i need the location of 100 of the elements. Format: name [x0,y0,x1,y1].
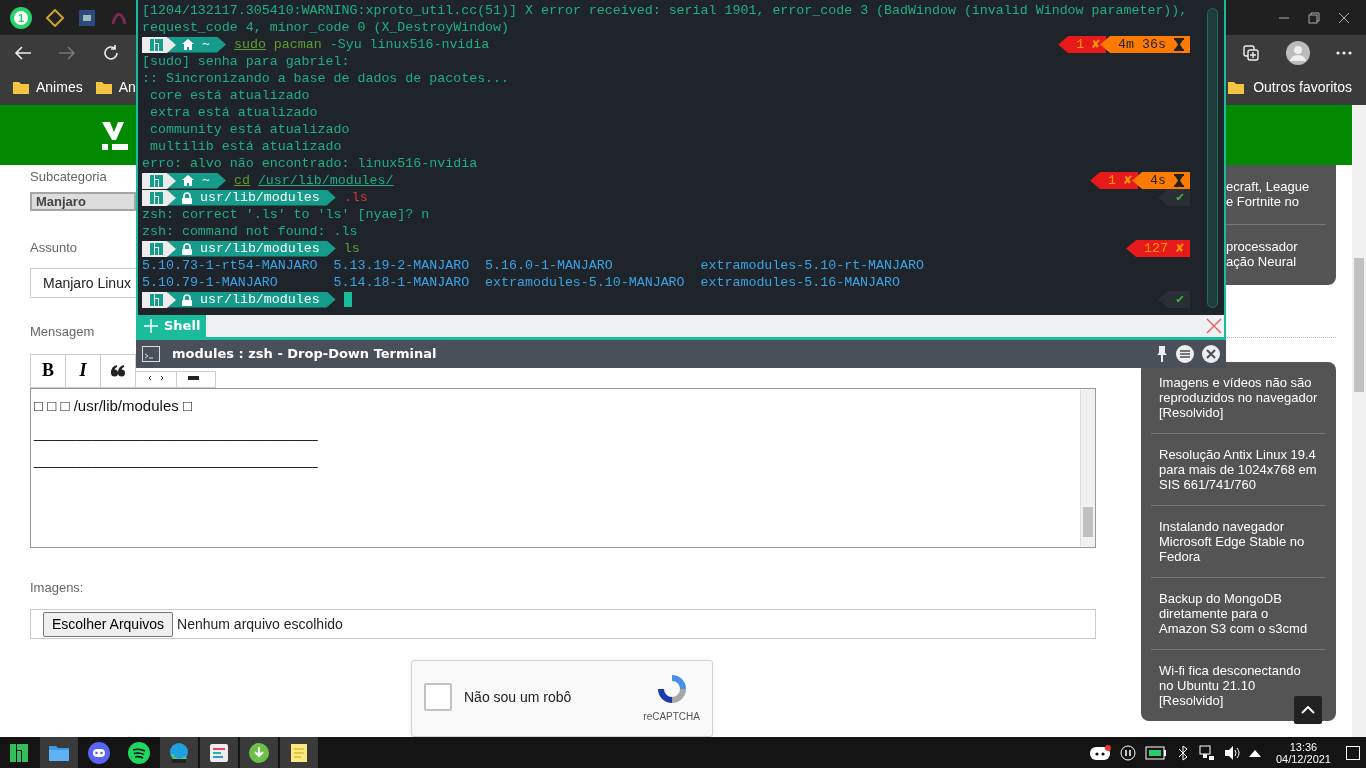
chevron-up-icon [1301,706,1315,714]
bookmark-link[interactable]: An [118,77,136,98]
menu-icon[interactable] [1176,345,1194,363]
field-label: Mensagem [30,323,95,342]
tab-label: Shell [164,317,201,336]
subcategory-select[interactable]: Manjaro [30,191,136,211]
italic-button[interactable]: I [65,353,101,388]
captcha-checkbox[interactable] [424,683,452,711]
folder-icon[interactable] [94,79,113,96]
close-icon[interactable] [1202,345,1220,363]
prompt-path: usr/lib/modules [200,291,320,308]
window-title: modules : zsh - Drop-Down Terminal [172,345,437,364]
file-name: 5.14.18-1-MANJARO [333,274,471,291]
sidebar-link[interactable]: Resolução Antix Linux 19.4 para mais de 1024x768 em SIS 661/741/760 [1151,434,1326,506]
prompt-path: usr/lib/modules [200,240,320,257]
close-icon[interactable] [1206,318,1222,334]
clock-date: 04/12/2021 [1275,752,1331,765]
back-icon[interactable] [14,43,32,62]
battery-icon[interactable] [1144,745,1167,760]
lock-icon [182,293,192,306]
terminal-line: :: Sincronizando a base de dados de pacotes... [142,70,510,87]
status-text: 127 ✘ [1144,240,1184,257]
hourglass-icon [1174,174,1184,187]
forward-icon[interactable] [58,43,76,62]
prompt-path: ~ [202,172,210,189]
clock-time: 13:36 [1289,740,1318,753]
lock-icon [182,242,192,255]
taskbar-button[interactable] [280,737,318,768]
captcha-brand: reCAPTCHA [643,710,700,724]
video-button[interactable] [176,370,216,388]
file-status: Nenhum arquivo escolhido [177,614,343,634]
page-scrollbar[interactable] [1352,105,1366,737]
close-icon[interactable] [1338,11,1350,24]
file-name: 5.10.73-1-rt54-MANJARO [142,257,319,274]
recaptcha-logo-icon [655,673,688,705]
quote-button[interactable] [100,353,136,388]
home-icon [182,39,194,50]
terminal-line: zsh: correct '.ls' to 'ls' [nyae]? n [142,206,430,223]
download-icon [248,741,270,764]
taskbar-button[interactable] [200,737,238,768]
choose-files-button[interactable]: Escolher Arquivos [43,611,174,637]
folder-icon[interactable] [1227,79,1246,96]
home-icon [182,175,194,186]
terminal-line: core está atualizado [148,87,310,104]
message-text: __________________________________ [34,422,319,443]
command-word: ls [343,240,360,257]
editor-scrollbar[interactable] [1080,388,1095,547]
sidebar-link[interactable]: Backup do MongoDB diretamente para o Amazon S3 com o s3cmd [1151,578,1326,650]
field-label: Imagens: [30,579,84,597]
terminal-line: [sudo] senha para gabriel: [142,53,350,70]
app-icon [208,741,230,764]
caret-up-icon[interactable] [1248,748,1261,757]
sidebar-link[interactable]: processador ação Neural [1226,225,1326,285]
folder-icon[interactable] [12,79,30,96]
bookmark-link[interactable]: Animes [36,77,83,98]
status-text: 4m 36s [1118,36,1166,53]
pause-icon[interactable] [1119,744,1136,761]
terminal-line: zsh: command not found: .ls [142,223,358,240]
back-to-top-button[interactable] [1294,696,1322,724]
collections-icon[interactable] [1242,43,1260,62]
volume-icon[interactable] [1223,744,1240,761]
terminal-line: request_code 4, minor_code 0 (X_DestroyWindow) [142,19,510,36]
browser-icon [168,741,190,764]
file-name: 5.16.0-1-MANJARO [485,257,614,274]
chat-app-icon[interactable] [1088,744,1111,761]
network-icon[interactable] [1198,744,1215,761]
profile-icon[interactable] [1286,40,1310,65]
file-name: extramodules-5.10-rt-MANJARO [700,257,924,274]
plus-icon [144,319,158,333]
bookmark-link[interactable]: Outros favoritos [1253,77,1352,98]
status-text: 4s [1150,172,1166,189]
command-word: cd [233,172,250,189]
restore-icon[interactable] [1308,11,1320,24]
sidebar-link[interactable]: Wi-fi fica desconectando no Ubuntu 21.10 [Resolvido] [1151,650,1326,721]
hourglass-icon [1174,38,1184,51]
file-field[interactable]: Escolher Arquivos Nenhum arquivo escolhido [30,609,1096,639]
refresh-icon[interactable] [102,43,120,62]
terminal-line: community está atualizado [148,121,350,138]
prompt-path: ~ [202,36,210,53]
show-desktop-icon[interactable] [1346,745,1360,760]
music-app-icon [128,741,150,764]
more-icon[interactable] [1336,50,1352,55]
terminal-icon [142,346,160,362]
sidebar-link[interactable]: Instalando navegador Microsoft Edge Stable no Fedora [1151,506,1326,578]
command-word: -Syu linux516-nvidia [329,36,490,53]
bold-button[interactable]: B [30,353,66,388]
file-name: 5.13.19-2-MANJARO [333,257,471,274]
pin-icon[interactable] [1156,346,1168,362]
taskbar-button[interactable] [240,737,278,768]
message-field[interactable]: □ □ □ /usr/lib/modules □ __________________________________ __________________________________ [30,387,1096,548]
tab-favicon[interactable] [46,8,64,27]
taskbar-button[interactable] [160,737,198,768]
command-word: sudo [233,36,266,53]
status-text: 1 ✘ [1076,36,1101,53]
prompt-path: usr/lib/modules [200,189,320,206]
tab-favicon[interactable] [78,8,96,27]
file-name: 5.10.79-1-MANJARO [142,274,279,291]
status-text: ✔ [1176,189,1184,206]
notes-icon [288,741,310,764]
terminal-scrollbar[interactable] [1207,8,1218,308]
